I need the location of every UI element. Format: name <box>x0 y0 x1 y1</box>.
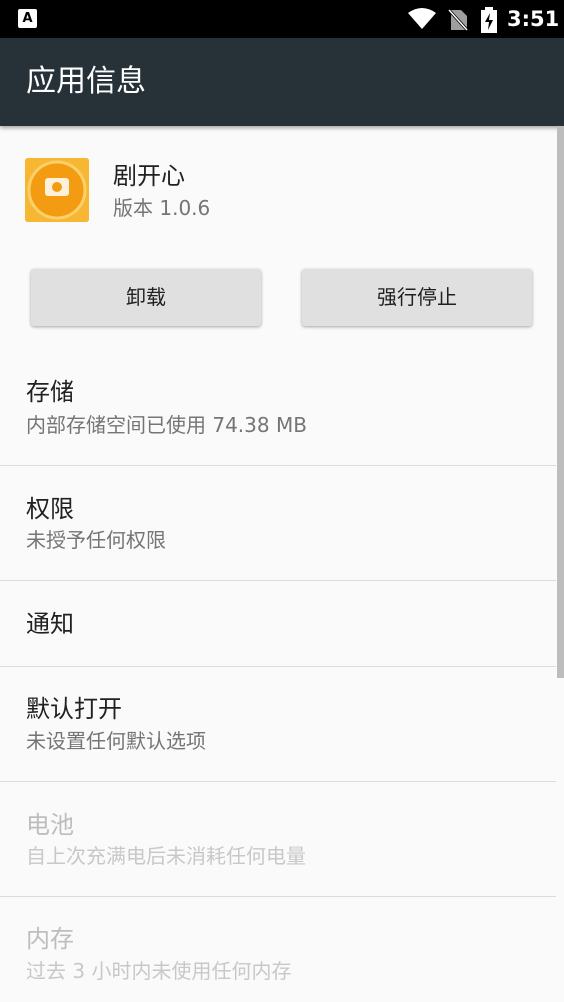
pref-summary: 自上次充满电后未消耗任何电量 <box>26 844 306 868</box>
pref-title: 内存 <box>26 925 74 953</box>
a-icon: A <box>18 9 37 28</box>
app-icon <box>25 158 89 222</box>
pref-summary: 内部存储空间已使用 74.38 MB <box>26 413 307 437</box>
pref-title: 电池 <box>26 811 74 839</box>
pref-open-by-default[interactable]: 默认打开 未设置任何默认选项 <box>0 667 556 782</box>
pref-permissions[interactable]: 权限 未授予任何权限 <box>0 466 556 581</box>
app-header: 剧开心 版本 1.0.6 <box>0 126 556 246</box>
pref-summary: 过去 3 小时内未使用任何内存 <box>26 959 292 983</box>
uninstall-button[interactable]: 卸载 <box>31 269 261 326</box>
page-title: 应用信息 <box>26 64 146 99</box>
pref-title: 存储 <box>26 378 74 406</box>
scrollbar[interactable] <box>557 126 564 678</box>
battery-charging-icon <box>481 7 497 33</box>
app-name: 剧开心 <box>113 162 185 190</box>
force-stop-button[interactable]: 强行停止 <box>302 269 532 326</box>
pref-title: 通知 <box>26 610 74 638</box>
pref-title: 权限 <box>26 495 74 523</box>
pref-summary: 未授予任何权限 <box>26 528 166 552</box>
app-version: 版本 1.0.6 <box>113 196 211 220</box>
pref-title: 默认打开 <box>26 695 122 723</box>
pref-notifications[interactable]: 通知 <box>0 581 556 667</box>
pref-summary: 未设置任何默认选项 <box>26 729 206 753</box>
status-bar: A 3:51 <box>0 0 564 38</box>
pref-storage[interactable]: 存储 内部存储空间已使用 74.38 MB <box>0 352 556 466</box>
no-sim-icon <box>447 8 469 32</box>
status-time: 3:51 <box>507 7 560 31</box>
app-bar: 应用信息 <box>0 38 564 126</box>
wifi-icon <box>408 8 436 29</box>
pref-battery: 电池 自上次充满电后未消耗任何电量 <box>0 782 556 897</box>
pref-memory: 内存 过去 3 小时内未使用任何内存 <box>0 897 556 1002</box>
